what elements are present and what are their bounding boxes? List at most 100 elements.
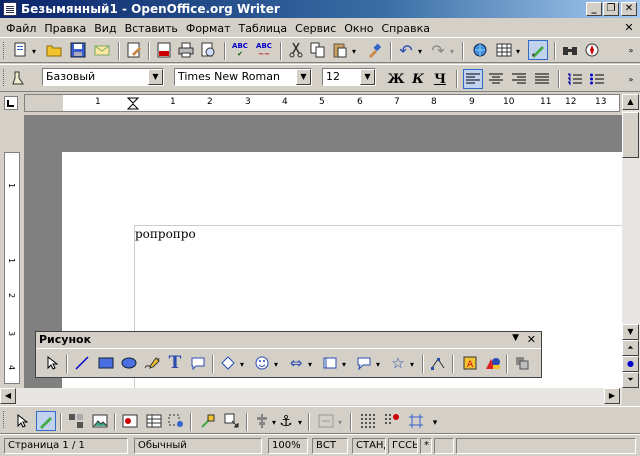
italic-button[interactable]: К: [408, 69, 428, 89]
navigator-icon[interactable]: [582, 40, 602, 60]
toolbar-overflow-icon[interactable]: »: [624, 40, 638, 60]
status-page-style[interactable]: Обычный: [134, 438, 262, 454]
menu-edit[interactable]: Правка: [40, 22, 90, 35]
next-page-icon[interactable]: ⏷: [622, 372, 639, 388]
status-insert-mode[interactable]: ВСТ: [312, 438, 348, 454]
menu-help[interactable]: Справка: [378, 22, 434, 35]
open-folder-icon[interactable]: [44, 40, 64, 60]
symbol-shapes-icon[interactable]: [252, 353, 272, 373]
align-right-icon[interactable]: [509, 69, 529, 89]
chevron-down-icon[interactable]: ▾: [308, 360, 316, 369]
horizontal-scrollbar[interactable]: ◀ ▶: [0, 388, 622, 405]
vertical-ruler[interactable]: 1 1 2 3 4: [4, 152, 20, 384]
autospellcheck-icon[interactable]: ABC ~~: [254, 40, 274, 60]
status-hyperlink-mode[interactable]: ГССЫЛ: [388, 438, 418, 454]
bullets-icon[interactable]: [587, 69, 607, 89]
helplines-icon[interactable]: [406, 411, 426, 431]
rectangle-tool-icon[interactable]: [96, 353, 116, 373]
status-zoom[interactable]: 100%: [268, 438, 308, 454]
drawing-toolbar-header[interactable]: Рисунок: [36, 332, 541, 349]
undo-dropdown-arrow-icon[interactable]: ▾: [418, 47, 426, 56]
paste-dropdown-arrow-icon[interactable]: ▾: [352, 47, 360, 56]
from-file-icon[interactable]: [483, 353, 503, 373]
restore-button[interactable]: ❐: [603, 2, 619, 16]
scroll-down-icon[interactable]: ▼: [622, 324, 639, 340]
status-selection-mode[interactable]: СТАНД: [352, 438, 386, 454]
table-icon[interactable]: [494, 40, 514, 60]
find-replace-icon[interactable]: [560, 40, 580, 60]
edit-file-icon[interactable]: [124, 40, 144, 60]
basic-shapes-icon[interactable]: [218, 353, 238, 373]
callout-tool-icon[interactable]: [188, 353, 208, 373]
freeform-tool-icon[interactable]: [142, 353, 162, 373]
wrap-icon[interactable]: [198, 411, 218, 431]
table-dropdown-arrow-icon[interactable]: ▾: [516, 47, 524, 56]
extrusion-toggle-icon[interactable]: [512, 353, 532, 373]
toolbar-grip[interactable]: [3, 69, 6, 86]
print-icon[interactable]: [176, 40, 196, 60]
menu-format[interactable]: Формат: [182, 22, 235, 35]
alignment-icon[interactable]: [252, 411, 272, 431]
print-preview-icon[interactable]: [198, 40, 218, 60]
frame-icon[interactable]: [166, 411, 186, 431]
bring-to-front-icon[interactable]: [222, 411, 242, 431]
scroll-right-icon[interactable]: ▶: [604, 388, 620, 404]
callouts-icon[interactable]: [354, 353, 374, 373]
points-icon[interactable]: [428, 353, 448, 373]
save-icon[interactable]: [68, 40, 88, 60]
table-control-icon[interactable]: [144, 411, 164, 431]
new-dropdown-arrow-icon[interactable]: ▾: [32, 47, 40, 56]
document-text[interactable]: ропропро: [135, 227, 196, 241]
form-controls-icon[interactable]: [120, 411, 140, 431]
close-button[interactable]: ✕: [621, 2, 637, 16]
toolbar-grip[interactable]: [3, 42, 6, 59]
chevron-down-icon[interactable]: ▾: [274, 360, 282, 369]
toolbar-overflow-icon[interactable]: ▾: [430, 413, 440, 433]
chevron-down-icon[interactable]: ▼: [296, 69, 311, 85]
chevron-down-icon[interactable]: ▾: [410, 360, 418, 369]
chevron-down-icon[interactable]: ▾: [342, 360, 350, 369]
menu-insert[interactable]: Вставить: [121, 22, 182, 35]
drawing-toolbar-window[interactable]: Рисунок ▼ ✕ T ▾ ▾ ⇔ ▾ ▾ ▾ ☆ ▾ A: [35, 331, 542, 378]
scroll-thumb[interactable]: [622, 112, 639, 158]
chevron-down-icon[interactable]: ▼: [360, 69, 375, 85]
stars-icon[interactable]: ☆: [388, 353, 408, 373]
menu-window[interactable]: Окно: [340, 22, 377, 35]
navigation-icon[interactable]: ●: [622, 356, 639, 372]
vertical-scrollbar[interactable]: ▲ ▼ ⏶ ● ⏷: [622, 94, 640, 388]
underline-button[interactable]: Ч: [430, 69, 450, 89]
indent-marker-icon[interactable]: [127, 97, 139, 110]
toolbar-overflow-icon[interactable]: »: [624, 69, 638, 89]
email-icon[interactable]: [92, 40, 112, 60]
scroll-left-icon[interactable]: ◀: [0, 388, 16, 404]
status-page[interactable]: Страница 1 / 1: [4, 438, 128, 454]
show-draw-functions-icon[interactable]: [36, 411, 56, 431]
font-name-select[interactable]: Times New Roman ▼: [174, 68, 312, 86]
hyperlink-icon[interactable]: [470, 40, 490, 60]
image-icon[interactable]: [90, 411, 110, 431]
undo-icon[interactable]: ↶: [396, 40, 416, 60]
new-document-icon[interactable]: [10, 40, 30, 60]
anchor-icon[interactable]: ⚓: [276, 411, 296, 431]
group-icon[interactable]: [66, 411, 86, 431]
numbering-icon[interactable]: [565, 69, 585, 89]
chevron-down-icon[interactable]: ▾: [376, 360, 384, 369]
previous-page-icon[interactable]: ⏶: [622, 340, 639, 356]
align-left-icon[interactable]: [463, 69, 483, 89]
text-tool-icon[interactable]: T: [165, 353, 185, 373]
styles-formatting-icon[interactable]: [10, 68, 30, 88]
cut-icon[interactable]: [286, 40, 306, 60]
paragraph-style-select[interactable]: Базовый ▼: [42, 68, 164, 86]
tab-stop-selector[interactable]: [4, 96, 18, 110]
toolbar-close-icon[interactable]: ✕: [527, 333, 536, 346]
chevron-down-icon[interactable]: ▼: [148, 69, 163, 85]
fontwork-gallery-icon[interactable]: A: [460, 353, 480, 373]
grid-display-icon[interactable]: [358, 411, 378, 431]
scroll-up-icon[interactable]: ▲: [622, 94, 639, 110]
ellipse-tool-icon[interactable]: [119, 353, 139, 373]
menu-file[interactable]: Файл: [2, 22, 40, 35]
copy-icon[interactable]: [308, 40, 328, 60]
flowchart-icon[interactable]: [320, 353, 340, 373]
toolbar-menu-icon[interactable]: ▼: [512, 333, 519, 343]
select-arrow-icon[interactable]: [12, 411, 32, 431]
